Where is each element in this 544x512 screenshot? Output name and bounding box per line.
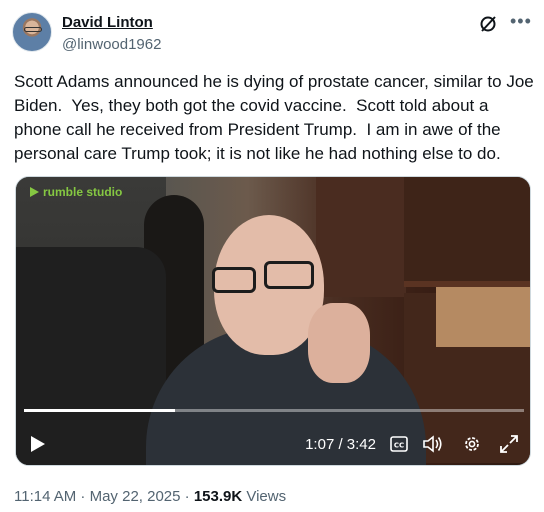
gear-icon[interactable] [462,434,482,454]
video-brand-label: rumble studio [43,185,123,199]
tweet-meta: 11:14 AM · May 22, 2025 · 153.9K Views [14,488,286,505]
video-brand-badge: rumble studio [28,185,122,199]
rumble-logo-icon [30,187,39,197]
views-count: 153.9K [193,488,243,505]
volume-icon[interactable] [422,434,444,454]
avatar[interactable] [12,12,52,52]
tweet-header: David Linton @linwood1962 ••• [12,10,532,58]
author-name[interactable]: David Linton [62,14,153,31]
svg-text:CC: CC [394,442,404,450]
grok-icon[interactable] [478,14,498,34]
video-controls: 1:07 / 3:42 CC [16,423,530,465]
expand-icon[interactable] [500,435,518,453]
video-progress-fill [24,409,175,412]
play-icon[interactable] [30,435,46,453]
video-player[interactable]: rumble studio 1:07 / 3:42 CC [15,176,531,466]
views-label: Views [242,488,287,505]
author-handle[interactable]: @linwood1962 [62,36,161,53]
cc-icon[interactable]: CC [390,436,408,452]
video-progress-bar[interactable] [24,409,524,412]
tweet-text: Scott Adams announced he is dying of pro… [14,72,539,163]
tweet-timestamp[interactable]: 11:14 AM · May 22, 2025 · [14,488,194,505]
video-time: 1:07 / 3:42 [305,436,376,453]
more-icon[interactable]: ••• [510,12,531,34]
